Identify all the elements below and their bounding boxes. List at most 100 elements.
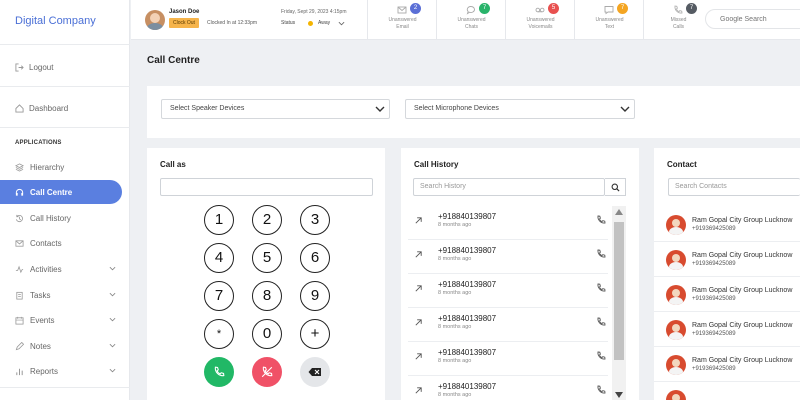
- dial-key-3[interactable]: 3: [300, 205, 330, 235]
- stat-label-line: Missed: [670, 17, 687, 23]
- sidebar-item-events[interactable]: Events: [0, 308, 122, 332]
- stat-unanswered-email[interactable]: 2 Unanswered Email: [367, 0, 436, 40]
- sidebar-item-notes[interactable]: Notes: [0, 334, 122, 358]
- stat-label-line: Unanswered: [457, 17, 486, 23]
- history-time: 8 months ago: [438, 256, 472, 262]
- table-row[interactable]: +918840139807 8 months ago: [408, 240, 608, 274]
- list-item[interactable]: Ram Gopal City Group Lucknow +9193694250…: [654, 277, 800, 312]
- history-number: +918840139807: [438, 382, 497, 391]
- section-heading: APPLICATIONS: [15, 140, 62, 146]
- scrollbar-thumb[interactable]: [614, 222, 624, 360]
- calendar-icon: [15, 316, 24, 325]
- clock-out-button[interactable]: Clock Out: [169, 18, 199, 28]
- list-item[interactable]: Ram Gopal City Group Lucknow +9193694250…: [654, 312, 800, 347]
- call-as-input[interactable]: [160, 178, 373, 196]
- chevron-down-icon: [109, 343, 116, 348]
- dial-key-star[interactable]: *: [204, 319, 234, 349]
- chevron-down-icon[interactable]: [338, 20, 345, 27]
- count-badge: 2: [410, 3, 421, 14]
- chevron-down-icon: [109, 317, 116, 322]
- brand-logo[interactable]: Digital Company: [15, 15, 96, 27]
- dial-key-2[interactable]: 2: [252, 205, 282, 235]
- contact-name: Ram Gopal City Group Lucknow: [692, 357, 793, 364]
- sidebar-item-tasks[interactable]: Tasks: [0, 283, 122, 307]
- count-badge: 7: [686, 3, 697, 14]
- backspace-button[interactable]: [300, 357, 330, 387]
- stat-label: Unanswered Email: [368, 17, 437, 31]
- sidebar-item-contacts[interactable]: Contacts: [0, 231, 122, 255]
- history-number: +918840139807: [438, 348, 497, 357]
- avatar[interactable]: [145, 10, 165, 30]
- contact-name: Ram Gopal City Group Lucknow: [692, 287, 793, 294]
- stat-label: Missed Calls: [644, 17, 713, 31]
- bar-chart-icon: [16, 368, 23, 375]
- stat-unanswered-voicemails[interactable]: 5 Unanswered Voicemails: [505, 0, 574, 40]
- pencil-icon: [15, 341, 24, 350]
- mail-icon: [397, 6, 407, 14]
- logout-link[interactable]: Logout: [15, 63, 53, 72]
- sidebar-item-call-history[interactable]: Call History: [0, 206, 122, 230]
- phone-icon[interactable]: [596, 351, 606, 361]
- history-search-button[interactable]: [605, 178, 626, 196]
- dial-key-1[interactable]: 1: [204, 205, 234, 235]
- outgoing-call-icon: [415, 387, 422, 394]
- list-item[interactable]: [654, 382, 800, 400]
- table-row[interactable]: +918840139807 8 months ago: [408, 274, 608, 308]
- table-row[interactable]: +918840139807 8 months ago: [408, 206, 608, 240]
- logout-icon: [15, 63, 24, 72]
- sidebar-item-label: Tasks: [30, 290, 51, 300]
- dial-key-4[interactable]: 4: [204, 243, 234, 273]
- speaker-device-select[interactable]: Select Speaker Devices: [161, 99, 390, 119]
- list-item[interactable]: Ram Gopal City Group Lucknow +9193694250…: [654, 242, 800, 277]
- chat-icon: [466, 6, 475, 15]
- dial-key-5[interactable]: 5: [252, 243, 282, 273]
- scroll-up-icon[interactable]: [615, 209, 623, 215]
- scroll-down-icon[interactable]: [615, 392, 623, 398]
- phone-icon[interactable]: [596, 385, 606, 395]
- sidebar-item-hierarchy[interactable]: Hierarchy: [0, 155, 122, 179]
- table-row[interactable]: +918840139807 8 months ago: [408, 376, 608, 400]
- divider: [0, 86, 130, 87]
- contact-avatar: [666, 285, 686, 305]
- list-item[interactable]: Ram Gopal City Group Lucknow +9193694250…: [654, 347, 800, 382]
- table-row[interactable]: +918840139807 8 months ago: [408, 308, 608, 342]
- stat-label-line: Calls: [672, 24, 685, 30]
- dashboard-label: Dashboard: [29, 104, 69, 113]
- stat-unanswered-chats[interactable]: 7 Unanswered Chats: [436, 0, 505, 40]
- contact-phone: +919369425089: [692, 226, 736, 232]
- sidebar: Digital Company Logout Dashboard APPLICA…: [0, 0, 130, 400]
- headset-icon: [15, 188, 24, 196]
- google-search-input[interactable]: [705, 9, 800, 29]
- stat-missed-calls[interactable]: 7 Missed Calls: [643, 0, 712, 40]
- history-time: 8 months ago: [438, 358, 472, 364]
- sidebar-item-call-centre[interactable]: Call Centre: [0, 180, 122, 204]
- layers-icon: [15, 162, 24, 172]
- dial-key-plus[interactable]: +: [300, 319, 330, 349]
- dial-key-6[interactable]: 6: [300, 243, 330, 273]
- sidebar-item-activities[interactable]: Activities: [0, 257, 122, 281]
- dial-key-9[interactable]: 9: [300, 281, 330, 311]
- microphone-device-select[interactable]: Select Microphone Devices: [405, 99, 635, 119]
- divider: [0, 44, 130, 45]
- dial-key-7[interactable]: 7: [204, 281, 234, 311]
- hangup-button[interactable]: [252, 357, 282, 387]
- dashboard-link[interactable]: Dashboard: [15, 104, 68, 113]
- stat-unanswered-text[interactable]: 7 Unanswered Text: [574, 0, 643, 40]
- call-button[interactable]: [204, 357, 234, 387]
- table-row[interactable]: +918840139807 8 months ago: [408, 342, 608, 376]
- phone-icon[interactable]: [596, 283, 606, 293]
- dial-key-0[interactable]: 0: [252, 319, 282, 349]
- stat-label-line: Voicemails: [528, 24, 553, 30]
- contact-search-input[interactable]: Search Contacts: [668, 178, 800, 196]
- history-search-input[interactable]: Search History: [413, 178, 605, 196]
- count-badge: 5: [548, 3, 559, 14]
- sidebar-item-reports[interactable]: Reports: [0, 359, 122, 383]
- phone-icon[interactable]: [596, 249, 606, 259]
- status-dropdown[interactable]: Away: [318, 20, 330, 26]
- dial-key-8[interactable]: 8: [252, 281, 282, 311]
- phone-icon[interactable]: [596, 317, 606, 327]
- stat-label-line: Email: [396, 24, 409, 30]
- phone-icon[interactable]: [596, 215, 606, 225]
- list-item[interactable]: Ram Gopal City Group Lucknow +9193694250…: [654, 207, 800, 242]
- contact-avatar: [666, 215, 686, 235]
